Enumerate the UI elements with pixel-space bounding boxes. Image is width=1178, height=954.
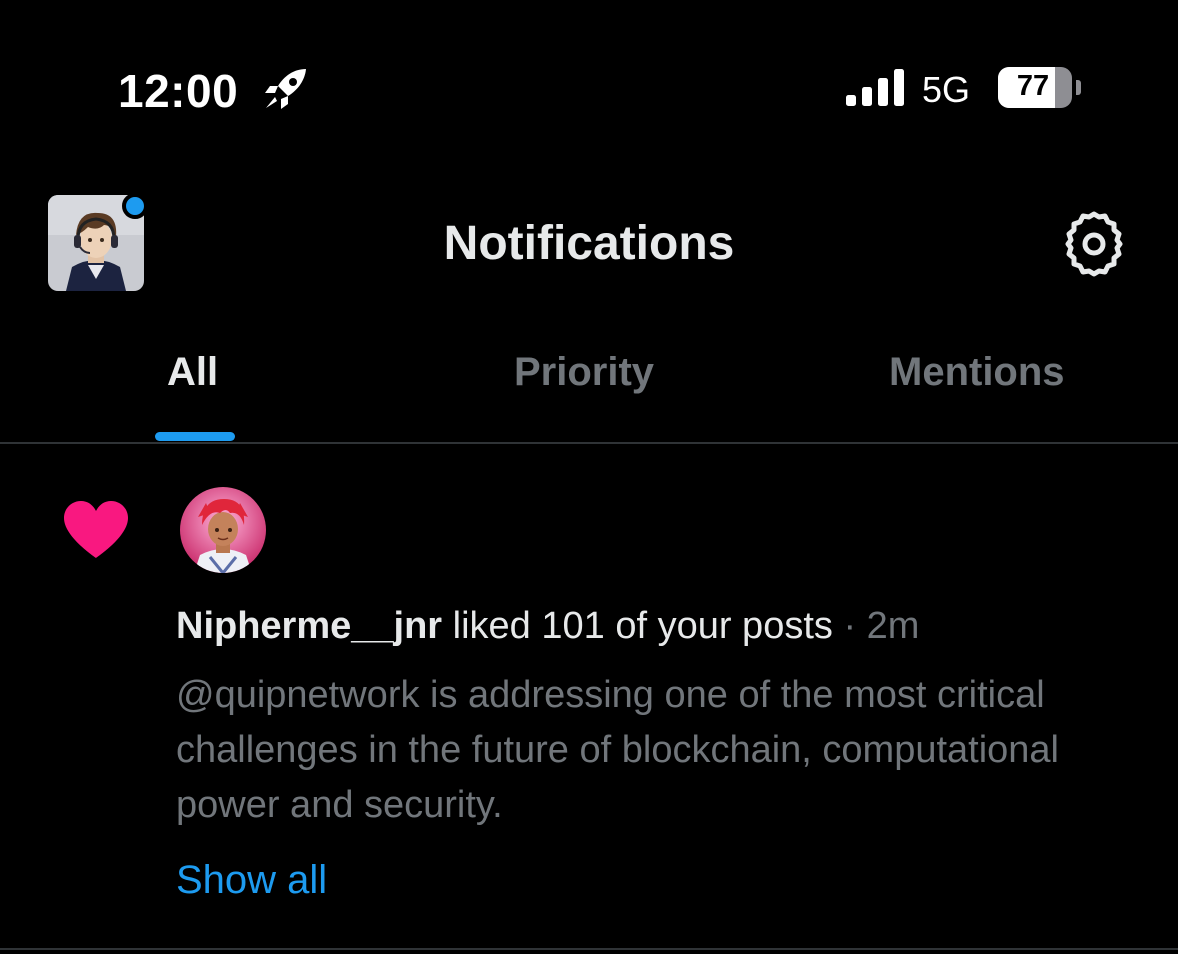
battery-percent: 77	[1016, 70, 1050, 102]
network-type: 5G	[922, 69, 971, 110]
notification-time: · 2m	[843, 605, 920, 647]
notifications-screen: 12:00 5G 77 Notifications All Priority M…	[0, 0, 1178, 954]
tab-priority[interactable]: Priority	[514, 350, 654, 395]
gear-icon[interactable]	[1058, 208, 1130, 280]
status-time: 12:00	[118, 65, 239, 117]
divider	[0, 442, 1178, 444]
post-preview[interactable]: @quipnetwork is addressing one of the mo…	[176, 668, 1076, 833]
heart-icon	[64, 501, 128, 558]
rocket-icon	[265, 69, 306, 109]
notification-action: liked 101 of your posts	[452, 605, 833, 647]
active-tab-indicator	[155, 432, 235, 441]
page-title: Notifications	[443, 217, 735, 270]
battery-icon: 77	[998, 67, 1072, 108]
notification-text[interactable]: Nipherme__jnr liked 101 of your posts · …	[176, 605, 919, 648]
signal-icon	[846, 69, 904, 106]
divider	[0, 948, 1178, 950]
tab-all[interactable]: All	[167, 350, 218, 395]
notification-user[interactable]: Nipherme__jnr	[176, 605, 442, 647]
show-all-link[interactable]: Show all	[176, 858, 327, 903]
battery-cap	[1076, 80, 1081, 95]
tab-mentions[interactable]: Mentions	[889, 350, 1065, 395]
liker-avatar[interactable]	[180, 487, 266, 573]
